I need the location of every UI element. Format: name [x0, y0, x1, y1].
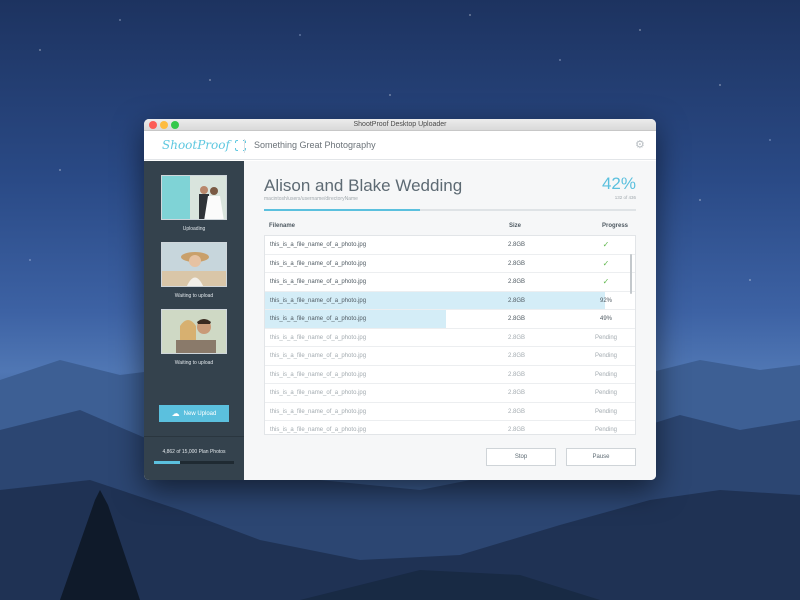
- file-size: 2.8GB: [508, 297, 526, 304]
- checkmark-icon: ✓: [602, 240, 610, 249]
- table-row[interactable]: this_is_a_file_name_of_a_photo.jpg 2.8GB P…: [265, 347, 635, 366]
- file-size: 2.8GB: [508, 316, 526, 322]
- file-progress: Pending: [594, 353, 618, 359]
- file-name: this_is_a_file_name_of_a_photo.jpg: [270, 427, 367, 433]
- file-progress: Pending: [594, 427, 618, 433]
- file-name: this_is_a_file_name_of_a_photo.jpg: [270, 279, 367, 285]
- table-row[interactable]: this_is_a_file_name_of_a_photo.jpg 2.8GB ✓: [265, 273, 635, 292]
- file-progress: 92%: [599, 297, 612, 304]
- table-row[interactable]: this_is_a_file_name_of_a_photo.jpg 2.8GB P…: [265, 329, 635, 347]
- table-row[interactable]: this_is_a_file_name_of_a_photo.jpg 2.8GB 4…: [265, 310, 635, 329]
- file-name: this_is_a_file_name_of_a_photo.jpg: [270, 390, 367, 396]
- file-size: 2.8GB: [508, 260, 526, 267]
- file-size: 2.8GB: [508, 353, 526, 359]
- job-thumbnail: [161, 175, 227, 220]
- column-header-size[interactable]: Size: [509, 223, 521, 229]
- plan-usage-text: 4,862 of 15,000 Plan Photos: [162, 449, 226, 455]
- file-table[interactable]: this_is_a_file_name_of_a_photo.jpg 2.8GB ✓…: [264, 235, 636, 435]
- file-name: this_is_a_file_name_of_a_photo.jpg: [270, 408, 367, 415]
- file-size: 2.8GB: [508, 334, 526, 341]
- overall-percent: 42%: [601, 174, 636, 193]
- plan-usage-fill: [154, 461, 180, 464]
- table-scrollbar[interactable]: [630, 254, 632, 294]
- job-path: macintosh/users/username/directoryName: [264, 196, 358, 202]
- file-name: this_is_a_file_name_of_a_photo.jpg: [270, 353, 367, 359]
- table-row[interactable]: this_is_a_file_name_of_a_photo.jpg 2.8GB P…: [265, 403, 635, 421]
- job-status: Waiting to upload: [174, 293, 214, 299]
- logo-text: ShootProof: [162, 138, 230, 152]
- file-progress: Pending: [594, 408, 618, 415]
- job-status: Uploading: [182, 226, 206, 232]
- photo-count: 132 of 436: [614, 195, 636, 200]
- job-status: Waiting to upload: [174, 360, 214, 366]
- sidebar: Uploading Waiting to upload Waiting to u…: [144, 161, 244, 480]
- cloud-upload-icon: ☁: [171, 409, 180, 418]
- file-size: 2.8GB: [508, 242, 526, 248]
- new-upload-label: New Upload: [183, 410, 217, 417]
- upload-job-card[interactable]: Waiting to upload: [161, 242, 227, 299]
- header-divider: [244, 139, 245, 153]
- overall-progress-bar: [264, 209, 636, 211]
- job-thumbnail: [161, 242, 227, 287]
- studio-name: Something Great Photography: [254, 140, 376, 150]
- file-name: this_is_a_file_name_of_a_photo.jpg: [270, 316, 367, 322]
- file-progress: Pending: [594, 334, 618, 341]
- file-size: 2.8GB: [508, 408, 526, 415]
- table-row[interactable]: this_is_a_file_name_of_a_photo.jpg 2.8GB 9…: [265, 291, 635, 310]
- file-name: this_is_a_file_name_of_a_photo.jpg: [270, 242, 367, 248]
- sidebar-divider: [144, 436, 244, 437]
- job-title: Alison and Blake Wedding: [264, 176, 463, 195]
- file-size: 2.8GB: [508, 427, 526, 433]
- file-name: this_is_a_file_name_of_a_photo.jpg: [270, 297, 367, 304]
- file-progress: 49%: [599, 316, 612, 322]
- file-size: 2.8GB: [508, 371, 526, 378]
- upload-job-card[interactable]: Uploading: [161, 175, 227, 232]
- table-row[interactable]: this_is_a_file_name_of_a_photo.jpg 2.8GB P…: [265, 421, 635, 434]
- gear-icon[interactable]: ⚙: [635, 140, 646, 151]
- column-header-filename[interactable]: Filename: [269, 223, 295, 229]
- column-header-progress[interactable]: Progress: [602, 223, 628, 229]
- table-row[interactable]: this_is_a_file_name_of_a_photo.jpg 2.8GB P…: [265, 384, 635, 403]
- file-progress: Pending: [594, 371, 618, 378]
- file-size: 2.8GB: [508, 279, 526, 285]
- logo: ShootProof: [162, 138, 247, 152]
- new-upload-button[interactable]: ☁ New Upload: [159, 405, 229, 422]
- table-row[interactable]: this_is_a_file_name_of_a_photo.jpg 2.8GB ✓: [265, 236, 635, 255]
- file-size: 2.8GB: [508, 390, 526, 396]
- job-thumbnail: [161, 309, 227, 354]
- table-row[interactable]: this_is_a_file_name_of_a_photo.jpg 2.8GB P…: [265, 366, 635, 384]
- plan-usage-bar: [154, 461, 234, 464]
- main-panel: Alison and Blake Wedding macintosh/users…: [244, 161, 656, 480]
- checkmark-icon: ✓: [602, 277, 610, 286]
- file-progress: Pending: [594, 390, 618, 396]
- table-row[interactable]: this_is_a_file_name_of_a_photo.jpg 2.8GB ✓: [265, 255, 635, 273]
- overall-progress-fill: [264, 209, 421, 211]
- pause-button[interactable]: Pause: [566, 448, 636, 466]
- file-name: this_is_a_file_name_of_a_photo.jpg: [270, 260, 367, 267]
- stop-button[interactable]: Stop: [486, 448, 556, 466]
- window-title: ShootProof Desktop Uploader: [353, 121, 447, 128]
- upload-job-card[interactable]: Waiting to upload: [161, 309, 227, 366]
- app-header: ShootProof Something Great Photography ⚙: [144, 131, 656, 160]
- file-name: this_is_a_file_name_of_a_photo.jpg: [270, 334, 367, 341]
- checkmark-icon: ✓: [602, 258, 610, 268]
- file-name: this_is_a_file_name_of_a_photo.jpg: [270, 371, 367, 378]
- app-window: ShootProof Desktop Uploader ShootProof S…: [144, 119, 656, 480]
- title-bar: ShootProof Desktop Uploader: [144, 119, 656, 131]
